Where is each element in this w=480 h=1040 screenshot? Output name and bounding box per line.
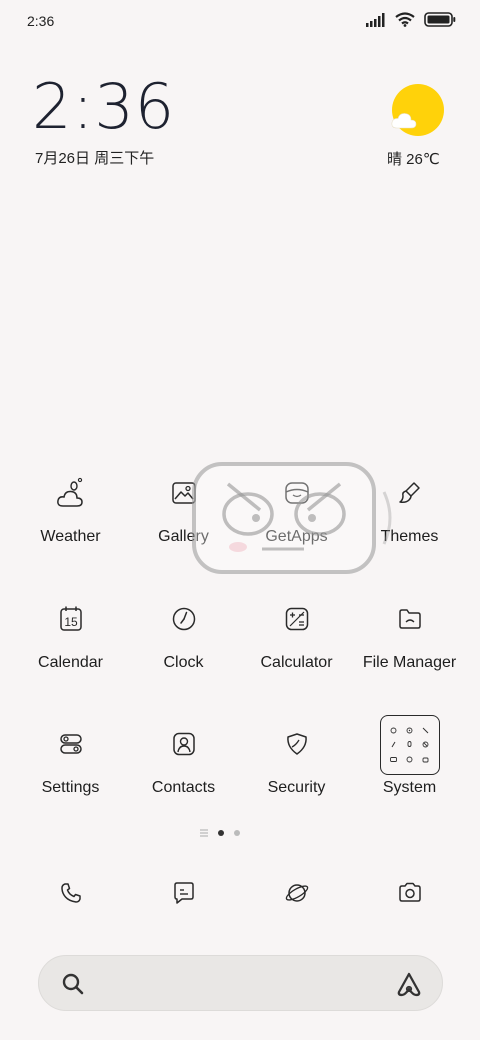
battery-icon [424,12,456,27]
phone-icon [61,883,81,903]
mini-brush-icon [391,742,396,748]
app-label: System [382,779,437,796]
dock-browser[interactable] [282,878,312,908]
app-contacts[interactable]: Contacts [127,721,240,797]
app-settings[interactable]: Settings [14,721,127,797]
wifi-icon [395,12,415,27]
system-folder-icon [379,715,440,775]
app-label: Settings [41,779,100,796]
clock-widget-date: 7月26日 周三下午 [35,150,155,167]
app-calculator[interactable]: Calculator [240,596,353,672]
dock-camera[interactable] [395,878,425,908]
weather-widget[interactable]: 晴 26℃ [386,82,448,168]
app-security[interactable]: Security [240,721,353,797]
signal-icon [366,12,385,27]
clock-icon [172,607,195,631]
app-gallery[interactable]: Gallery [127,470,240,546]
mini-face-icon [406,756,413,763]
app-weather[interactable]: Weather [14,470,127,546]
mini-mic-icon [407,741,412,748]
messages-icon [174,882,194,904]
app-label: Clock [163,654,204,671]
app-label: File Manager [362,654,457,671]
search-bar[interactable] [38,955,443,1011]
app-system-folder[interactable]: System [353,715,466,797]
page-indicator[interactable] [200,829,240,837]
app-themes[interactable]: Themes [353,470,466,546]
page-dot[interactable] [234,830,240,836]
dock-phone[interactable] [56,878,86,908]
app-label: Contacts [151,779,216,796]
app-label: GetApps [265,528,328,545]
app-label: Calculator [260,654,333,671]
home-screen: 2:36 2:36 7月26日 周三下午 晴 26℃ Weather Galle… [0,0,480,1040]
cloud-icon [391,113,417,129]
app-label: Calendar [38,654,103,671]
app-calendar[interactable]: 15 Calendar [14,596,127,672]
mini-compass-icon [406,727,413,734]
status-icons [366,12,456,27]
calendar-icon: 15 [59,606,82,631]
file-manager-icon [398,609,421,629]
app-label: Weather [40,528,101,545]
page-dot-active[interactable] [218,830,224,836]
app-label: Themes [380,528,439,545]
clock-widget-time[interactable]: 2:36 [32,76,175,138]
mini-bag-icon [422,757,429,763]
camera-icon [399,882,421,902]
app-file-manager[interactable]: File Manager [353,596,466,672]
gallery-icon [171,482,196,504]
browser-icon [285,884,309,902]
dock-messages[interactable] [169,878,199,908]
weather-icon [56,477,83,507]
app-label: Security [267,779,326,796]
mini-gear-icon [390,727,397,734]
security-icon [286,733,307,755]
weather-summary: 晴 26℃ [387,151,440,168]
app-clock[interactable]: Clock [127,596,240,672]
calendar-day: 15 [64,615,78,629]
list-view-icon [200,829,208,837]
calculator-icon [285,607,308,631]
mini-pen-icon [422,727,429,734]
assistant-icon[interactable] [394,969,424,999]
settings-icon [59,734,82,754]
getapps-icon [284,482,309,504]
mini-block-icon [422,742,429,748]
search-icon[interactable] [61,972,85,996]
status-bar: 2:36 [0,0,480,42]
contacts-icon [172,732,195,756]
app-label: Gallery [158,528,209,545]
app-getapps[interactable]: GetApps [240,470,353,546]
themes-icon [398,482,420,503]
mini-tape-icon [390,757,397,763]
status-time: 2:36 [27,13,55,29]
